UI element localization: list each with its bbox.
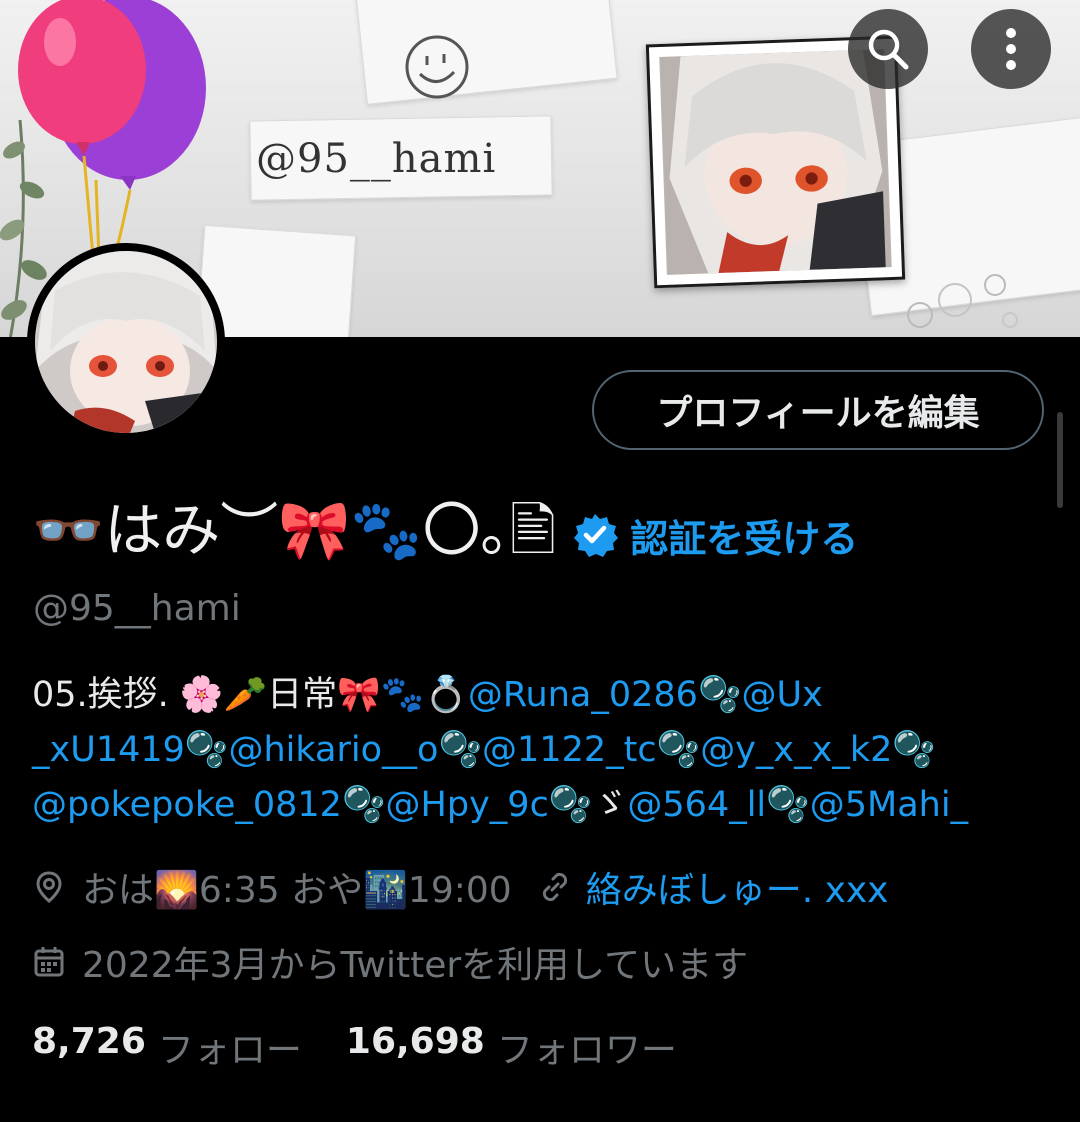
following-label: フォロー	[157, 1030, 302, 1071]
bio-line: @pokepoke_0812🫧@Hpy_9c🫧ゞ@564_ll🫧@5Mahi_	[32, 778, 1052, 833]
following-count: 8,726	[32, 1021, 146, 1062]
followers-count: 16,698	[345, 1021, 485, 1062]
bio-mention-link[interactable]: _xU1419	[32, 730, 185, 770]
name-row: 👓はみ︶🎀🐾〇｡🖹 認証を受ける	[32, 496, 858, 570]
smiley-doodle	[405, 35, 469, 99]
bio-text: 🫧	[341, 785, 386, 825]
more-options-button[interactable]	[971, 9, 1051, 89]
edit-profile-button[interactable]: プロフィールを編集	[592, 370, 1044, 450]
bio-mention-link[interactable]: @Hpy_9c	[386, 785, 549, 825]
website-link[interactable]: 絡みぼしゅー. xxx	[586, 861, 889, 913]
avatar-image	[35, 251, 217, 433]
bio-mention-link[interactable]: @Ux	[742, 675, 823, 715]
bio-mention-link[interactable]: @pokepoke_0812	[32, 785, 342, 825]
bio-mention-link[interactable]: @Runa_0286	[468, 675, 698, 715]
following-link[interactable]: 8,726 フォロー	[32, 1021, 346, 1073]
anime-portrait-image	[660, 49, 891, 275]
bio-text: 🫧	[184, 730, 229, 770]
followers-link[interactable]: 16,698 フォロワー	[346, 1021, 721, 1073]
bio-text: 🫧	[766, 785, 810, 825]
bio-mention-link[interactable]: @1122_tc	[482, 730, 657, 770]
location-text: おは🌄6:35 おや🌃19:00	[82, 870, 512, 911]
bio-mention-link[interactable]: @564_ll	[627, 785, 766, 825]
calendar-icon	[34, 947, 64, 977]
joined-date-text: 2022年3月からTwitterを利用しています	[82, 945, 749, 986]
bio-mention-link[interactable]: @5Mahi_	[810, 785, 968, 825]
joined-row: 2022年3月からTwitterを利用しています	[32, 937, 748, 987]
banner-handle-text: @95__hami	[256, 136, 497, 182]
bio: 05.挨拶. 🌸🥕日常🎀🐾💍@Runa_0286🫧@Ux _xU1419🫧@hik…	[32, 668, 1052, 833]
username-handle: @95__hami	[33, 588, 241, 629]
bio-text: 🫧	[697, 675, 742, 715]
bio-text: 🫧	[438, 730, 483, 770]
profile-avatar[interactable]	[27, 243, 225, 441]
location-pin-icon	[36, 871, 62, 903]
bio-line: 05.挨拶. 🌸🥕日常🎀🐾💍@Runa_0286🫧@Ux	[32, 668, 1052, 723]
bio-line: _xU1419🫧@hikario__o🫧@1122_tc🫧@y_x_x_k2🫧	[32, 723, 1052, 778]
bio-text: 🫧	[656, 730, 701, 770]
link-icon	[542, 872, 567, 902]
get-verified-link[interactable]: 認証を受ける	[630, 508, 858, 563]
bio-text: 🫧ゞ	[548, 785, 628, 825]
location-row: おは🌄6:35 おや🌃19:00 絡みぼしゅー. xxx	[32, 862, 889, 912]
verified-badge-icon[interactable]	[572, 512, 619, 558]
search-icon	[868, 29, 909, 70]
followers-label: フォロワー	[496, 1030, 677, 1071]
bubbles-decoration	[907, 274, 1018, 328]
search-button[interactable]	[848, 9, 928, 89]
bio-mention-link[interactable]: @y_x_x_k2	[700, 730, 892, 770]
bio-text: 🫧	[892, 730, 936, 770]
display-name: 👓はみ︶🎀🐾〇｡🖹	[32, 496, 557, 564]
scrollbar[interactable]	[1057, 412, 1063, 508]
bio-text: 05.挨拶. 🌸🥕日常🎀🐾💍	[32, 675, 468, 715]
more-vertical-icon	[1006, 28, 1016, 70]
bio-mention-link[interactable]: @hikario__o	[229, 730, 439, 770]
follow-stats: 8,726 フォロー 16,698 フォロワー	[32, 1021, 721, 1073]
